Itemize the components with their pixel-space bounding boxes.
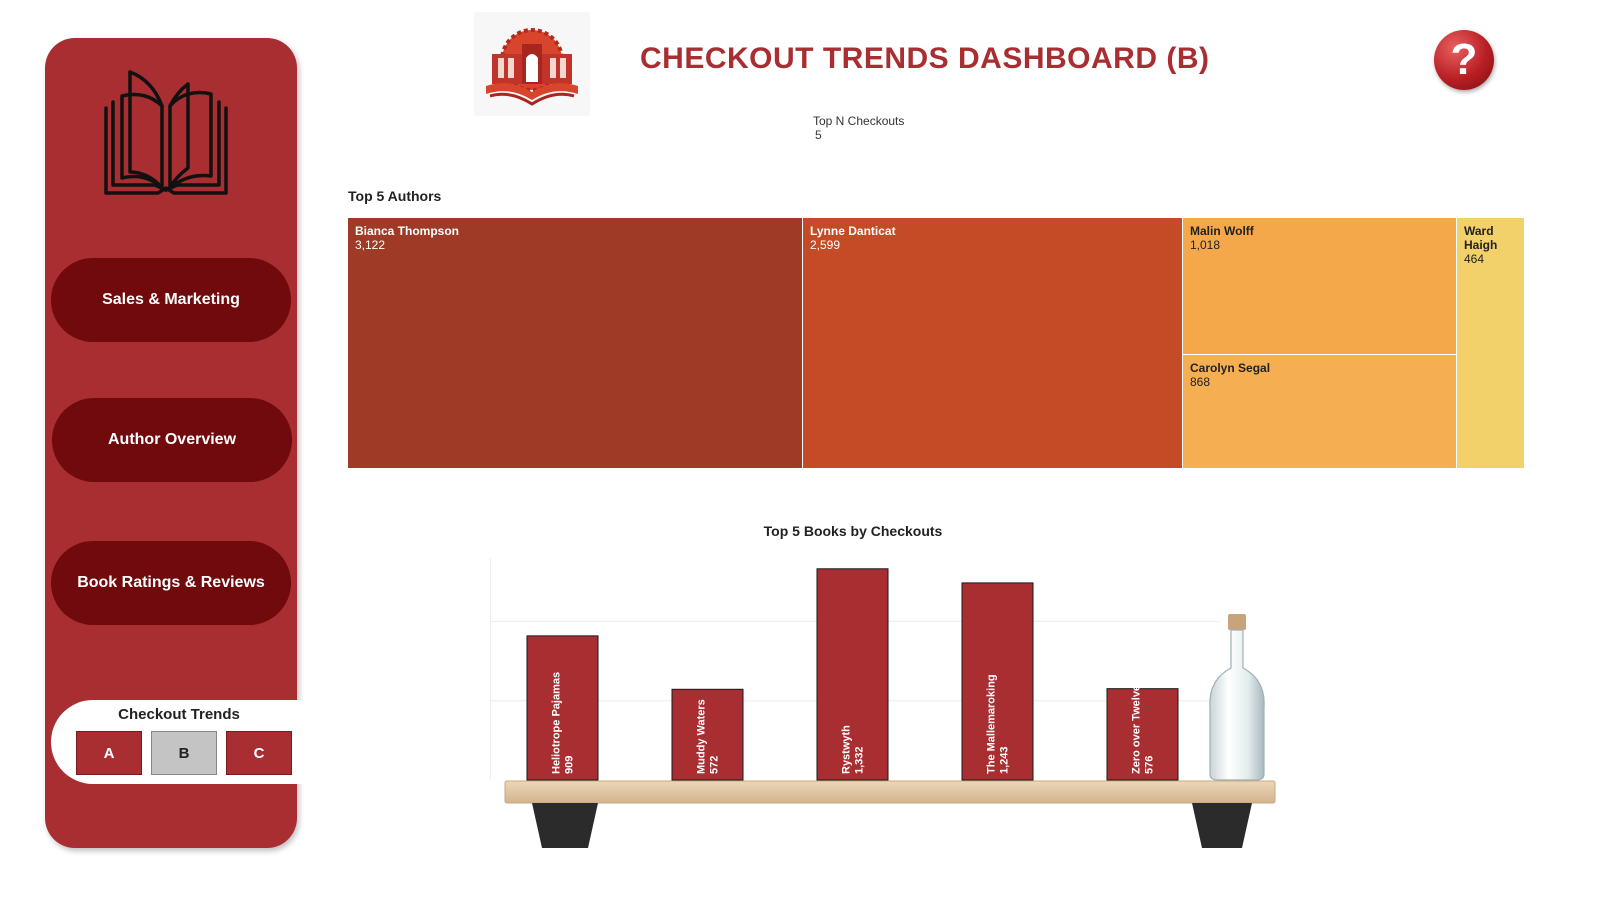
shelf-bracket-left <box>532 803 598 848</box>
treemap-title: Top 5 Authors <box>348 188 442 204</box>
treemap-cell-value: 1,018 <box>1190 238 1221 252</box>
nav-author-overview-button[interactable]: Author Overview <box>52 398 292 482</box>
bar-category-label: Zero over Twelve <box>1131 685 1143 774</box>
bar-category-label: Rystwyth <box>841 725 853 774</box>
bar-value-label: 909 <box>564 756 576 774</box>
bar-the-mallemaroking[interactable] <box>961 582 1034 781</box>
treemap-cell-value: 464 <box>1464 252 1485 266</box>
sidebar: Sales & Marketing Author Overview Book R… <box>45 38 307 848</box>
treemap-cell-malin-wolff[interactable]: Malin Wolff 1,018 <box>1183 218 1457 355</box>
bar-category-label: Heliotrope Pajamas <box>551 672 563 774</box>
checkout-trends-b-button[interactable]: B <box>151 731 217 775</box>
treemap-cell-name: Lynne Danticat <box>810 224 896 238</box>
bar-value-label: 576 <box>1144 756 1156 774</box>
bar-category-label: The Mallemaroking <box>986 674 998 774</box>
bar-muddy-waters[interactable] <box>671 688 744 781</box>
checkout-trends-a-button[interactable]: A <box>76 731 142 775</box>
checkout-trends-title: Checkout Trends <box>118 706 240 723</box>
top-books-bar-chart: Heliotrope Pajamas909 Muddy Waters572 Ryst… <box>490 558 1276 848</box>
bar-rystwyth[interactable] <box>816 568 889 781</box>
treemap-cell-carolyn-segal[interactable]: Carolyn Segal 868 <box>1183 355 1457 469</box>
bar-value-label: 1,332 <box>854 746 866 774</box>
treemap-cell-name: Bianca Thompson <box>355 224 460 238</box>
bar-value-label: 1,243 <box>999 746 1011 774</box>
bottle-decoration <box>1209 614 1265 781</box>
treemap-cell-value: 3,122 <box>355 238 386 252</box>
bar-category-label: Muddy Waters <box>696 699 708 774</box>
top-n-parameter-value[interactable]: 5 <box>815 128 822 142</box>
top-authors-treemap: Bianca Thompson 3,122 Lynne Danticat 2,5… <box>348 218 1524 469</box>
treemap-cell-value: 868 <box>1190 375 1211 389</box>
treemap-cell-lynne-danticat[interactable]: Lynne Danticat 2,599 <box>803 218 1183 469</box>
bar-heliotrope-pajamas[interactable] <box>526 635 599 781</box>
bar-zero-over-twelve[interactable] <box>1106 688 1179 781</box>
treemap-cell-name: Ward Haigh <box>1464 224 1498 252</box>
open-book-icon <box>104 70 228 195</box>
checkout-trends-panel: Checkout Trends A B C <box>51 700 307 784</box>
treemap-cell-name: Carolyn Segal <box>1190 361 1271 375</box>
question-mark-icon: ? <box>1450 35 1478 84</box>
nav-sales-marketing-button[interactable]: Sales & Marketing <box>51 258 291 342</box>
dashboard-title: CHECKOUT TRENDS DASHBOARD (B) <box>640 42 1210 75</box>
nav-book-ratings-reviews-button[interactable]: Book Ratings & Reviews <box>51 541 291 625</box>
treemap-cell-bianca-thompson[interactable]: Bianca Thompson 3,122 <box>348 218 803 469</box>
top-n-parameter-label: Top N Checkouts <box>813 114 905 128</box>
books-chart-title: Top 5 Books by Checkouts <box>763 523 943 539</box>
help-button[interactable]: ? <box>1434 30 1494 90</box>
treemap-cell-value: 2,599 <box>810 238 841 252</box>
treemap-cell-name: Malin Wolff <box>1190 224 1254 238</box>
shelf-bracket-right <box>1192 803 1252 848</box>
library-logo-graphic <box>486 28 578 106</box>
library-logo <box>474 12 590 116</box>
checkout-trends-c-button[interactable]: C <box>226 731 292 775</box>
treemap-cell-ward-haigh[interactable]: Ward Haigh 464 <box>1457 218 1524 469</box>
shelf-board <box>504 780 1276 804</box>
bar-value-label: 572 <box>709 756 721 774</box>
